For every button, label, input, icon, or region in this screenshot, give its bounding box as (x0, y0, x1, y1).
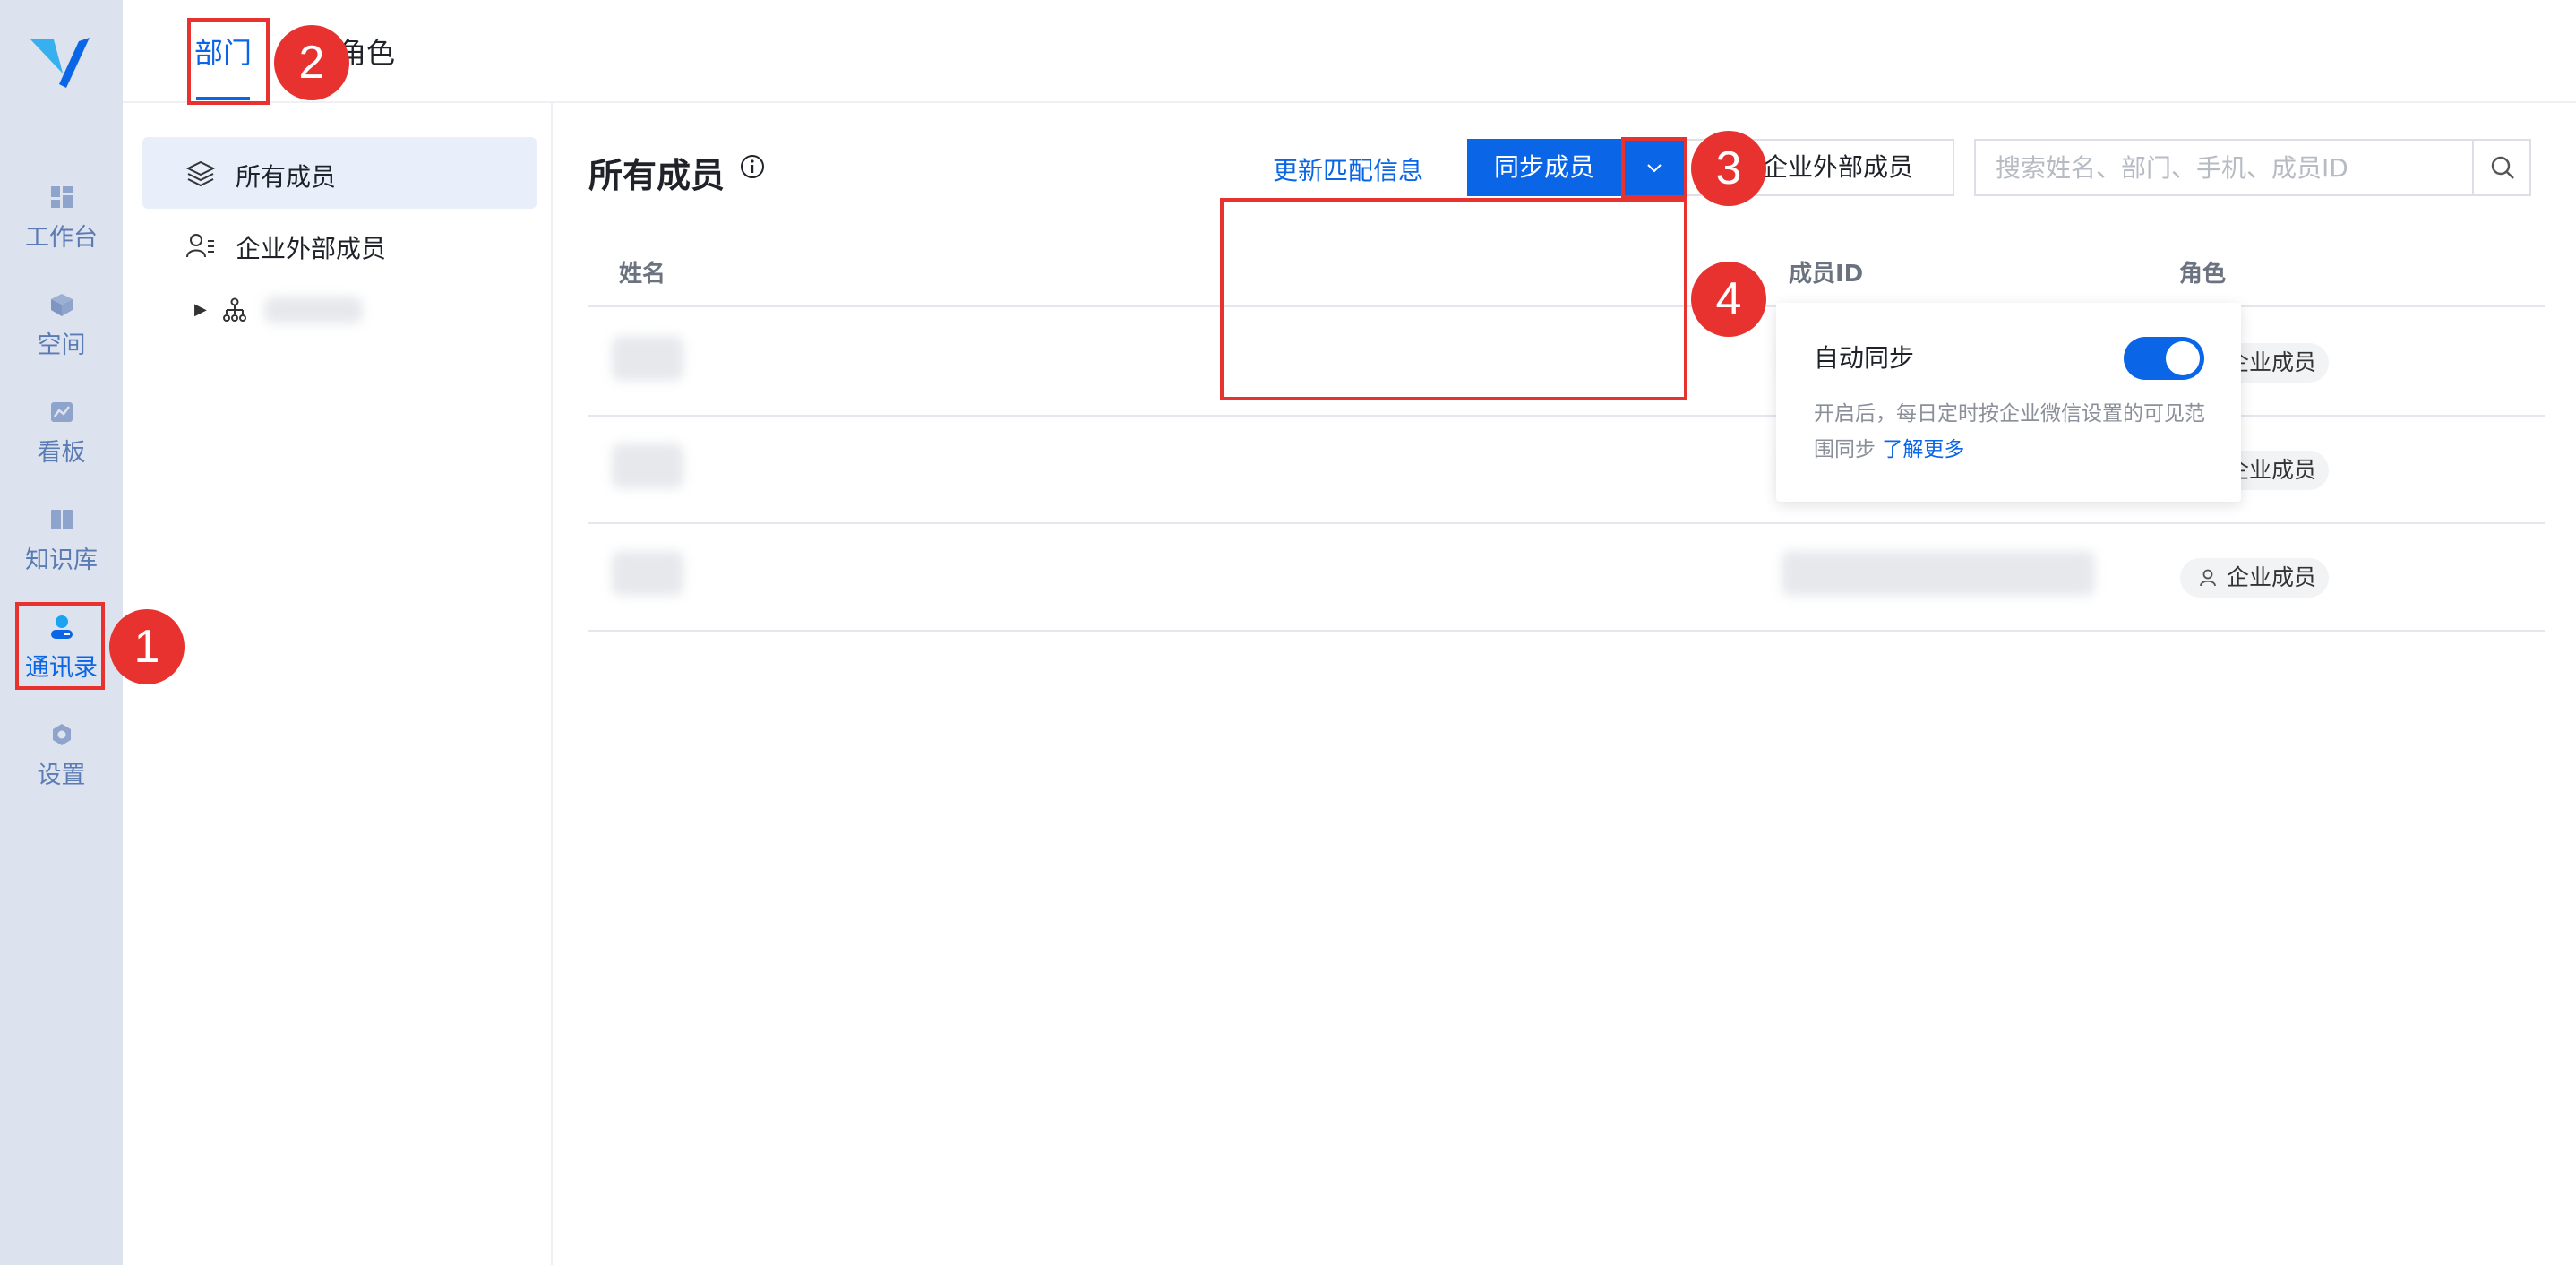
book-icon (50, 510, 73, 529)
department-tree-node[interactable]: ▶ (194, 291, 535, 345)
redacted-name (612, 443, 683, 488)
nav-label: 工作台 (25, 224, 98, 252)
auto-sync-toggle[interactable] (2124, 337, 2204, 380)
nav-label: 空间 (37, 331, 86, 359)
redacted-name (612, 551, 683, 596)
nav-item-space[interactable]: 空间 (0, 291, 123, 381)
search-input[interactable] (1976, 141, 2477, 194)
search-box (1974, 139, 2531, 196)
redacted-name (612, 336, 683, 381)
nav-label: 看板 (37, 439, 86, 467)
top-tabs: 部门 角色 (123, 0, 2576, 103)
update-match-info-link[interactable]: 更新匹配信息 (1273, 151, 1423, 187)
member-sidebar: 所有成员 企业外部成员 ▶ (123, 103, 553, 1265)
auto-sync-dropdown: 自动同步 开启后，每日定时按企业微信设置的可见范围同步 了解更多 (1776, 303, 2241, 502)
nav-item-settings[interactable]: 设置 (0, 721, 123, 811)
annotation-badge-3: 3 (1691, 131, 1766, 206)
user-list-icon (186, 234, 214, 258)
toggle-knob (2166, 341, 2200, 375)
user-icon (2200, 569, 2216, 587)
tab-department[interactable]: 部门 (194, 30, 252, 72)
annotation-badge-2: 2 (274, 25, 349, 100)
nav-label: 通讯录 (25, 654, 98, 682)
auto-sync-desc-text: 开启后，每日定时按企业微信设置的可见范围同步 (1814, 402, 2205, 461)
nav-label: 设置 (37, 762, 86, 789)
chart-board-icon (50, 402, 73, 422)
sidebar-item-label: 企业外部成员 (236, 234, 387, 263)
page-title: 所有成员 (588, 156, 726, 195)
table-row[interactable]: 企业成员 (588, 524, 2545, 632)
nav-item-contacts[interactable]: 通讯录 (0, 614, 123, 703)
role-label: 企业成员 (2227, 564, 2317, 590)
app-logo-icon[interactable] (27, 34, 93, 91)
role-tag: 企业成员 (2180, 558, 2329, 598)
search-button[interactable] (2472, 141, 2529, 194)
nav-item-knowledge[interactable]: 知识库 (0, 506, 123, 596)
redacted-department-name (264, 297, 363, 323)
layers-icon (185, 160, 216, 187)
caret-right-icon[interactable]: ▶ (194, 300, 207, 319)
table-row[interactable]: 企业成员 (588, 417, 2545, 524)
nav-item-workbench[interactable]: 工作台 (0, 184, 123, 273)
column-header-role[interactable]: 角色 (2179, 255, 2226, 288)
tab-active-underline (196, 97, 250, 100)
cube-icon (50, 294, 73, 316)
redacted-member-id (1782, 551, 2095, 596)
nav-label: 知识库 (25, 546, 98, 574)
column-header-member-id[interactable]: 成员ID (1789, 255, 1863, 288)
table-row[interactable]: 企业成员 (588, 309, 2545, 417)
annotation-badge-1: 1 (109, 609, 185, 684)
sidebar-item-all-members[interactable]: 所有成员 (142, 137, 537, 209)
contacts-icon (50, 615, 73, 639)
column-header-name[interactable]: 姓名 (619, 255, 665, 288)
table-header: 姓名 成员ID 角色 (588, 237, 2545, 307)
sync-members-button[interactable]: 同步成员 (1467, 139, 1621, 196)
sync-options-dropdown-button[interactable] (1623, 139, 1686, 196)
sidebar-item-label: 所有成员 (236, 162, 337, 192)
app-root: 工作台 空间 看板 知识库 通讯录 设置 部门 角色 所有成员 企业外部成员 ▶… (0, 0, 2576, 1265)
sidebar-item-external-members[interactable]: 企业外部成员 (142, 209, 537, 280)
dashboard-icon (50, 186, 73, 208)
main-panel: 所有成员 更新匹配信息 同步成员 邀请企业外部成员 姓名 成员ID (554, 103, 2576, 1265)
search-icon (2491, 156, 2514, 179)
auto-sync-title: 自动同步 (1814, 343, 1915, 373)
nav-rail: 工作台 空间 看板 知识库 通讯录 设置 (0, 0, 123, 1265)
nav-item-board[interactable]: 看板 (0, 399, 123, 488)
gear-icon (52, 724, 71, 745)
annotation-badge-4: 4 (1691, 262, 1766, 337)
info-icon[interactable] (739, 153, 766, 180)
org-tree-icon (223, 297, 246, 322)
auto-sync-description: 开启后，每日定时按企业微信设置的可见范围同步 了解更多 (1814, 396, 2208, 468)
learn-more-link[interactable]: 了解更多 (1882, 438, 1964, 461)
chevron-down-icon (1647, 164, 1662, 173)
